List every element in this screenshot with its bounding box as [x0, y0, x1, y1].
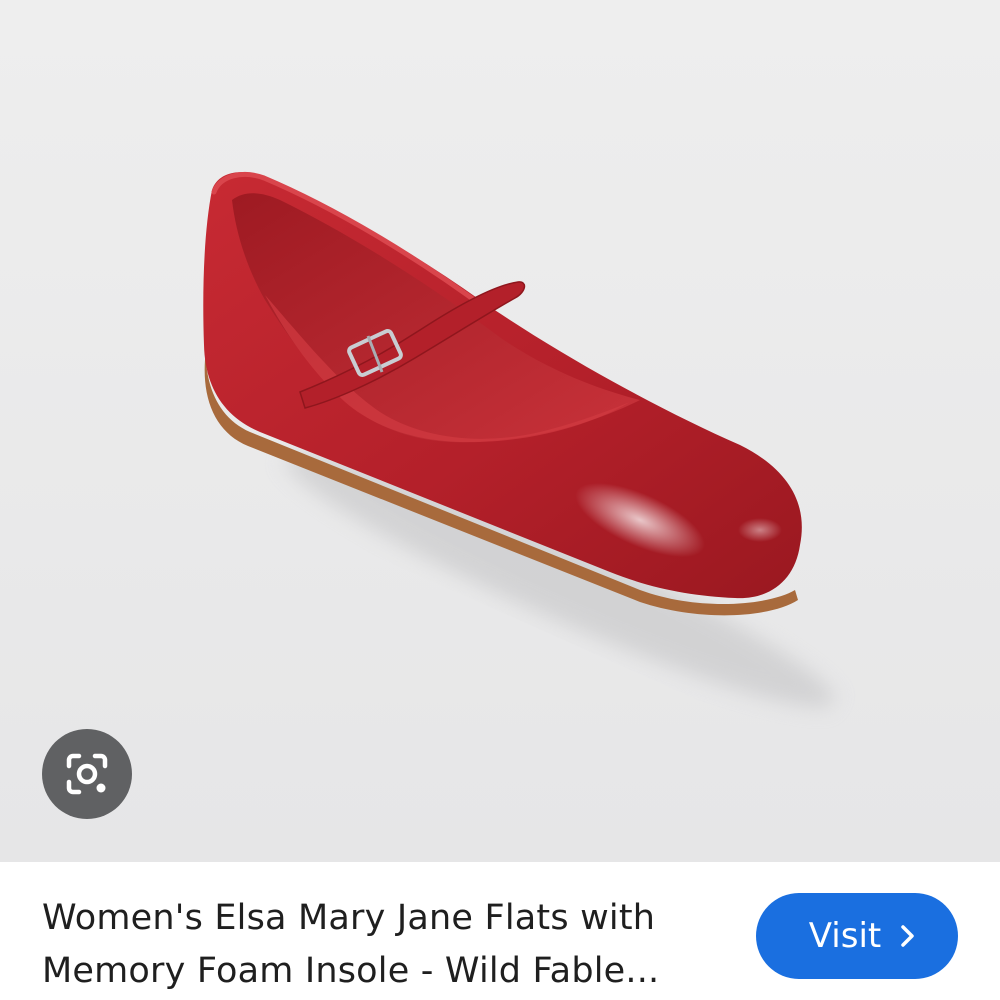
visit-button[interactable]: Visit [756, 893, 958, 979]
product-image-red-mary-jane-flat[interactable] [0, 0, 1000, 862]
google-lens-button[interactable] [42, 729, 132, 819]
google-lens-icon [66, 753, 108, 795]
image-result-card: Women's Elsa Mary Jane Flats with Memory… [0, 0, 1000, 1000]
product-image-area[interactable] [0, 0, 1000, 862]
result-caption-bar: Women's Elsa Mary Jane Flats with Memory… [0, 862, 1000, 1000]
chevron-right-icon [901, 925, 914, 947]
product-title[interactable]: Women's Elsa Mary Jane Flats with Memory… [42, 892, 732, 998]
visit-button-label: Visit [808, 916, 882, 956]
